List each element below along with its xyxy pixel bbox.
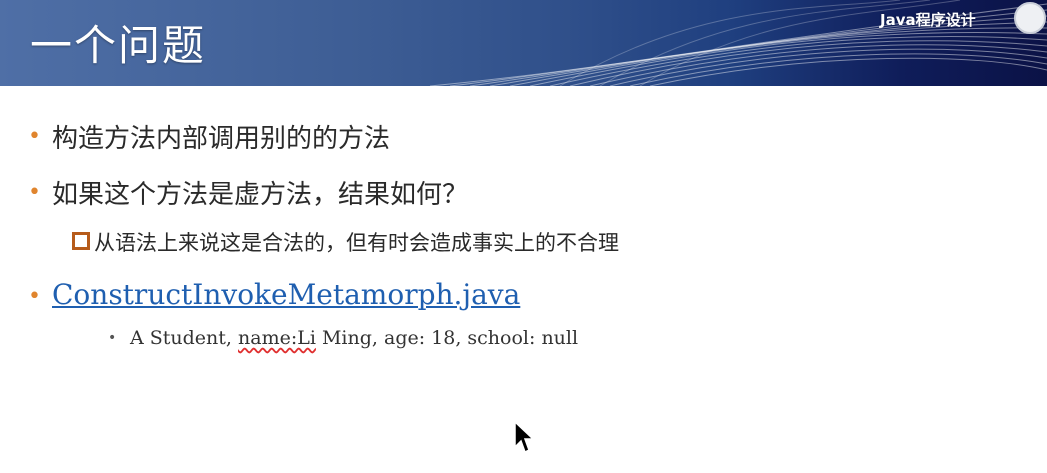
small-bullet-dot-icon: • bbox=[108, 330, 117, 346]
university-logo-icon bbox=[1014, 2, 1046, 34]
bullet-dot-icon: • bbox=[28, 180, 41, 205]
program-output-line: A Student, name:Li Ming, age: 18, school… bbox=[130, 327, 578, 349]
bullet-item-2: 如果这个方法是虚方法，结果如何？ bbox=[52, 180, 469, 210]
bullet-dot-icon: • bbox=[28, 124, 41, 149]
slide-header: 一个问题 Java程序设计 bbox=[0, 0, 1047, 86]
square-bullet-icon bbox=[72, 232, 90, 250]
bullet-item-1: 构造方法内部调用别的的方法 bbox=[52, 124, 391, 154]
mouse-pointer-icon bbox=[514, 421, 535, 454]
course-brand: Java程序设计 bbox=[880, 11, 976, 29]
sub-bullet-item: 从语法上来说这是合法的，但有时会造成事实上的不合理 bbox=[94, 231, 619, 255]
java-file-link[interactable]: ConstructInvokeMetamorph.java bbox=[52, 278, 520, 311]
slide-title: 一个问题 bbox=[30, 21, 207, 70]
spellcheck-underlined-word: name:Li bbox=[238, 327, 316, 349]
output-prefix: A Student, bbox=[130, 327, 239, 349]
output-suffix: Ming, age: 18, school: null bbox=[315, 327, 579, 349]
bullet-dot-icon: • bbox=[28, 284, 41, 309]
